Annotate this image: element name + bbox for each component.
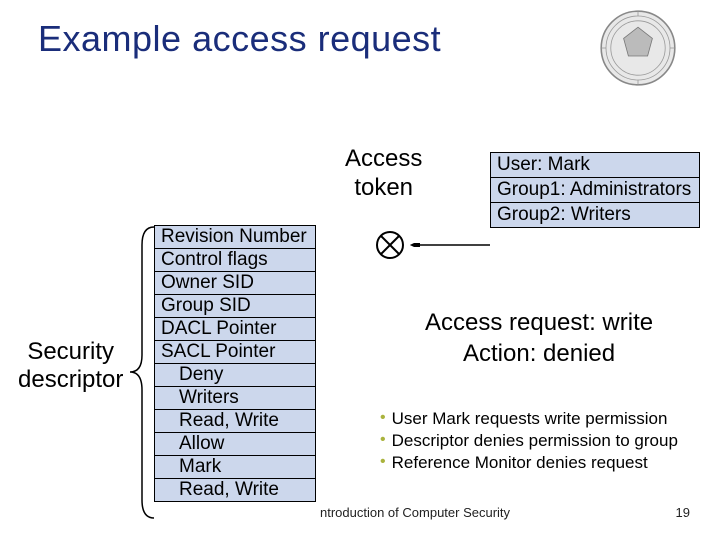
- descriptor-row: Mark: [155, 456, 316, 479]
- slide-title: Example access request: [38, 18, 441, 60]
- descriptor-row: Control flags: [155, 249, 316, 272]
- security-descriptor-table: Revision NumberControl flagsOwner SIDGro…: [154, 225, 316, 502]
- arrow-icon: [410, 243, 490, 247]
- descriptor-row: Read, Write: [155, 479, 316, 502]
- bullet-item: • User Mark requests write permission: [380, 408, 678, 430]
- descriptor-row: DACL Pointer: [155, 318, 316, 341]
- bullet-dot-icon: •: [380, 430, 386, 452]
- descriptor-row: Writers: [155, 387, 316, 410]
- bullet-text: User Mark requests write permission: [392, 408, 668, 430]
- token-row: Group1: Administrators: [491, 178, 700, 203]
- seal-icon: [598, 8, 678, 88]
- result-text: Access request: write Action: denied: [425, 307, 653, 369]
- descriptor-row: Allow: [155, 433, 316, 456]
- bullet-text: Descriptor denies permission to group: [392, 430, 678, 452]
- bullet-item: • Descriptor denies permission to group: [380, 430, 678, 452]
- token-row: Group2: Writers: [491, 203, 700, 228]
- footer-text: ntroduction of Computer Security: [320, 505, 510, 520]
- descriptor-row: Read, Write: [155, 410, 316, 433]
- descriptor-row: Revision Number: [155, 226, 316, 249]
- descriptor-row: Group SID: [155, 295, 316, 318]
- page-number: 19: [676, 505, 690, 520]
- security-descriptor-label: Security descriptor: [18, 338, 123, 393]
- descriptor-row: SACL Pointer: [155, 341, 316, 364]
- descriptor-row: Owner SID: [155, 272, 316, 295]
- bullet-item: • Reference Monitor denies request: [380, 452, 678, 474]
- bullet-text: Reference Monitor denies request: [392, 452, 648, 474]
- token-row: User: Mark: [491, 153, 700, 178]
- access-token-table: User: MarkGroup1: AdministratorsGroup2: …: [490, 152, 700, 228]
- access-token-label: Access token: [345, 145, 422, 203]
- reference-monitor-icon: [375, 230, 405, 260]
- brace-icon: [128, 225, 156, 520]
- descriptor-row: Deny: [155, 364, 316, 387]
- bullet-dot-icon: •: [380, 452, 386, 474]
- bullet-list: • User Mark requests write permission • Des…: [380, 408, 678, 474]
- bullet-dot-icon: •: [380, 408, 386, 430]
